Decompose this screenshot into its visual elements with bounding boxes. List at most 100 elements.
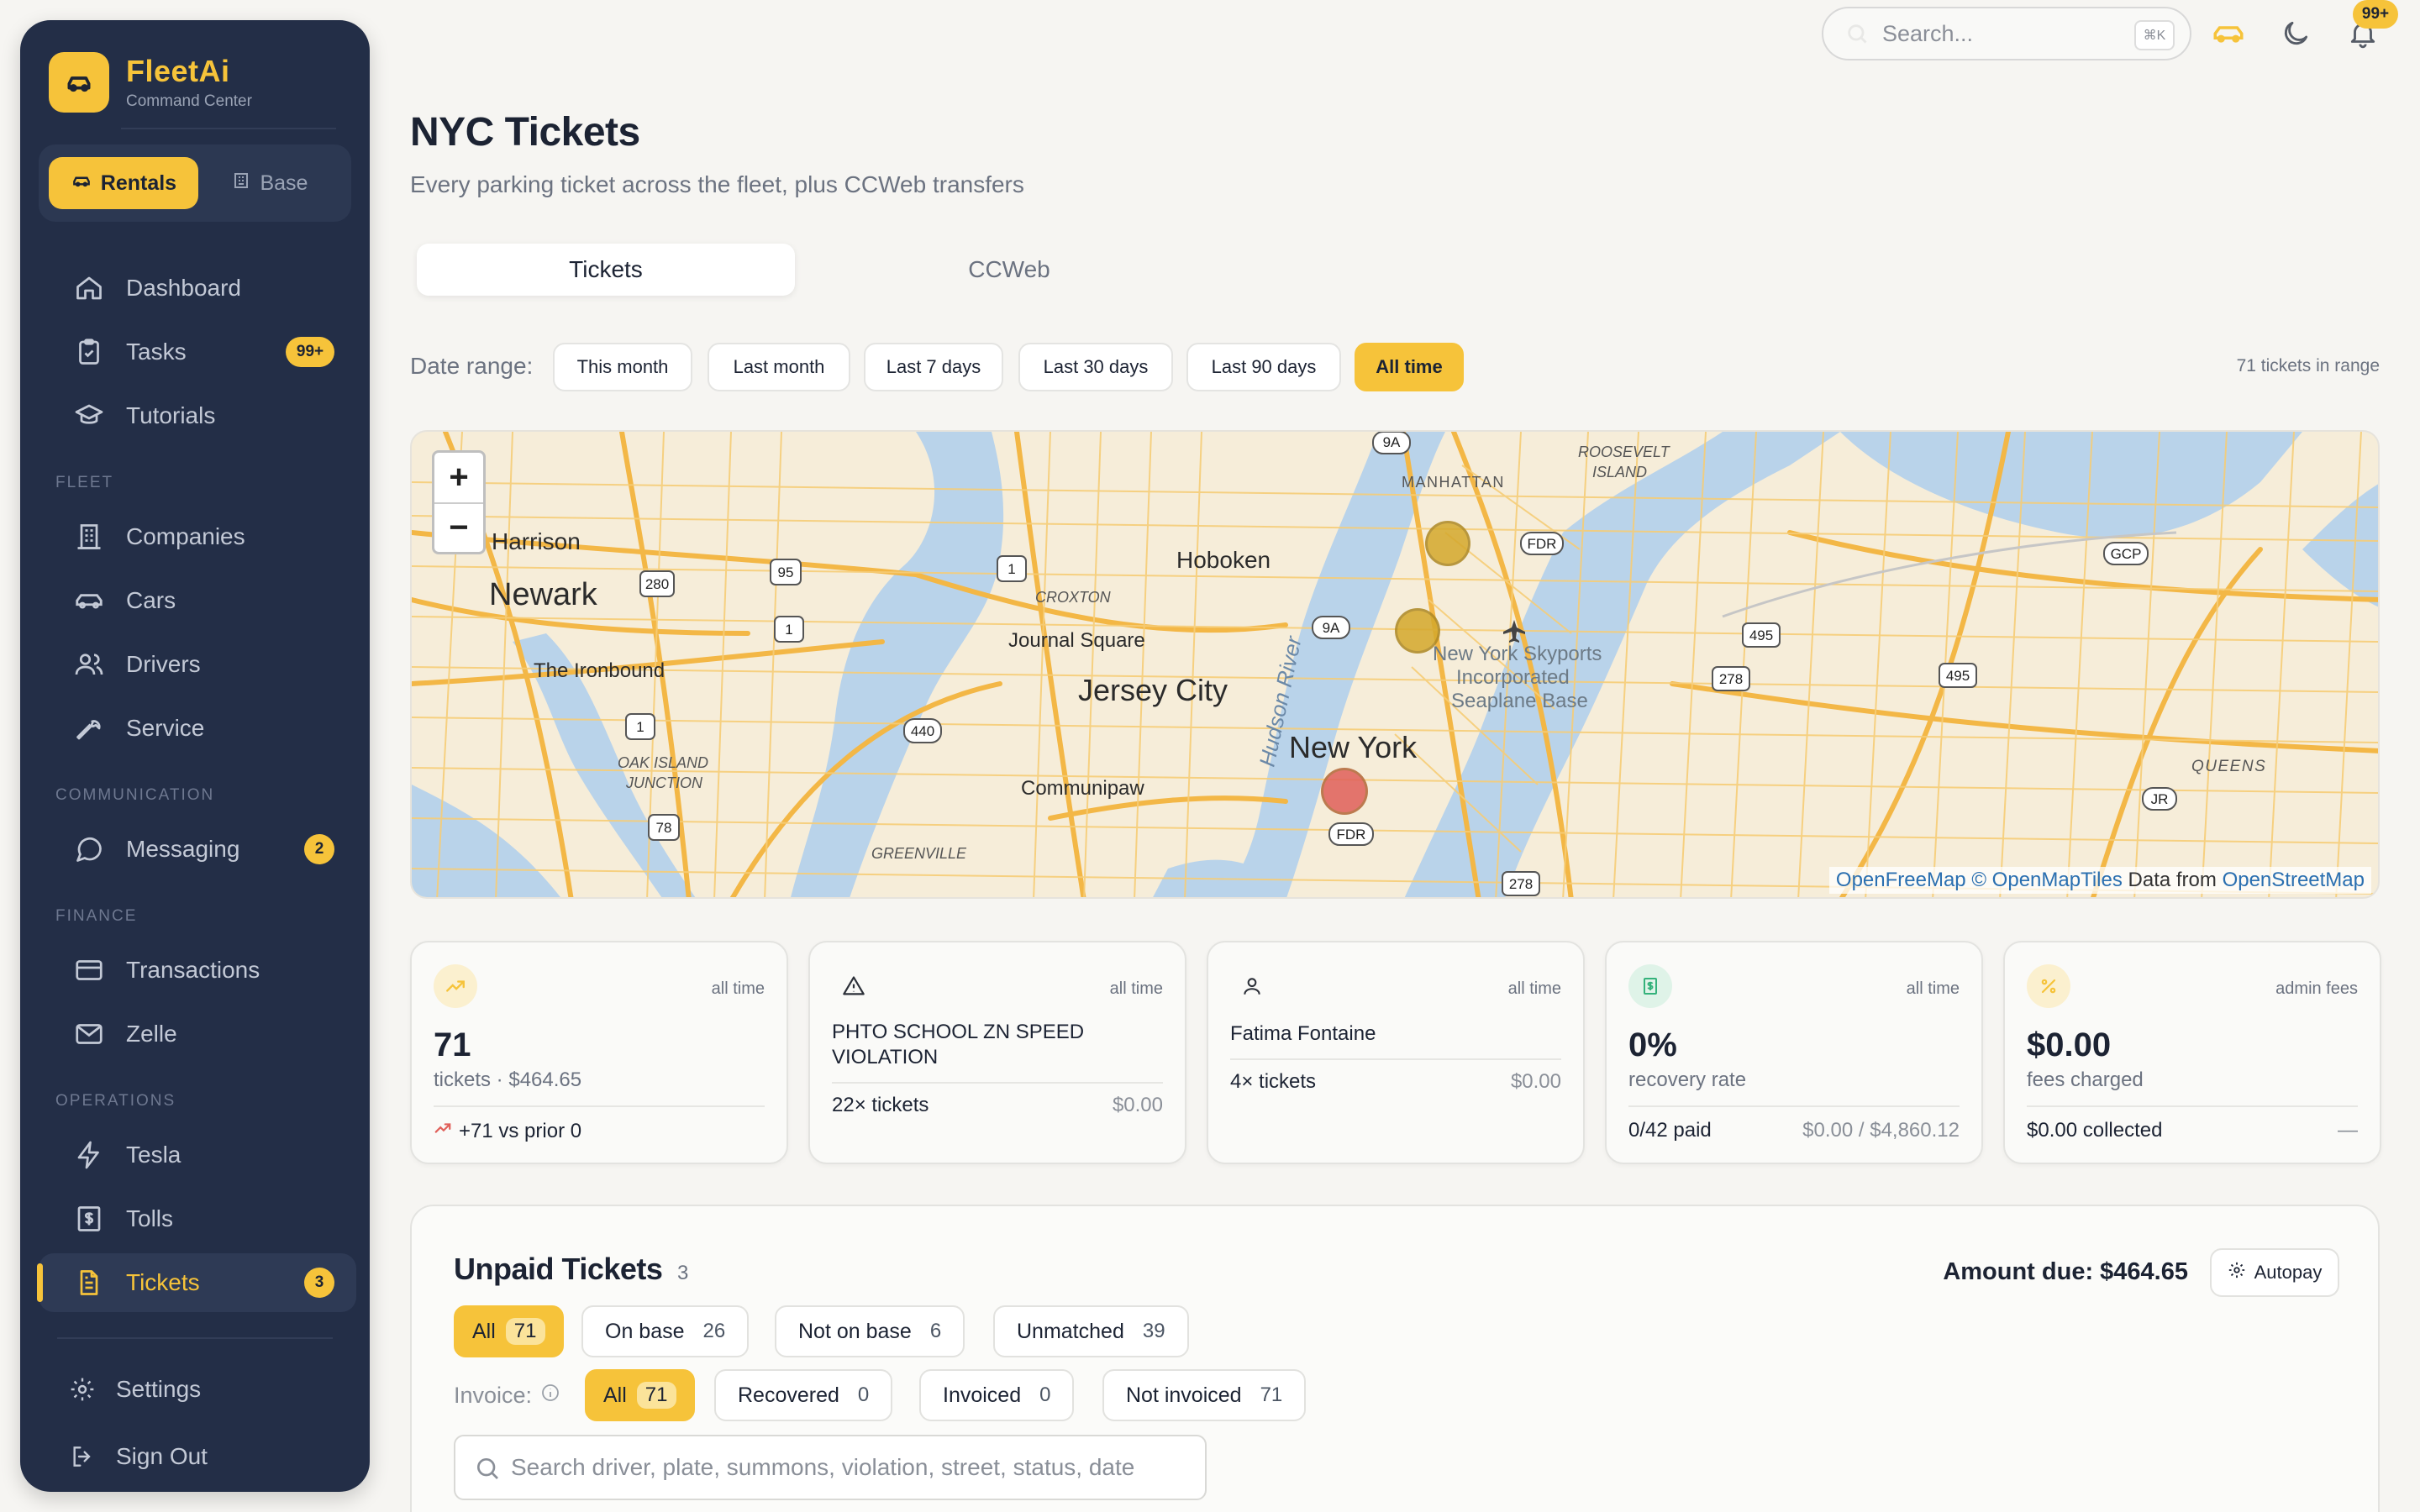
map-label: New York bbox=[1289, 730, 1418, 764]
sidebar-item-drivers[interactable]: Drivers bbox=[39, 635, 356, 694]
lightning-icon bbox=[72, 1138, 106, 1172]
sidebar-item-label: Tickets bbox=[126, 1269, 200, 1295]
sidebar-item-service[interactable]: Service bbox=[39, 699, 356, 758]
filter-all-chip[interactable]: All 71 bbox=[454, 1305, 564, 1357]
credit-card-icon bbox=[72, 953, 106, 987]
map-label: Journal Square bbox=[1008, 629, 1145, 652]
tickets-map[interactable]: Harrison Newark The Ironbound OAK ISLAND… bbox=[410, 430, 2380, 899]
trending-up-icon bbox=[434, 1119, 452, 1143]
sidebar-item-tesla[interactable]: Tesla bbox=[39, 1126, 356, 1184]
invoice-recovered-chip[interactable]: Recovered 0 bbox=[714, 1369, 893, 1421]
chip-label: All bbox=[472, 1319, 496, 1343]
brand[interactable]: FleetAi Command Center bbox=[49, 52, 252, 113]
brand-name: FleetAi bbox=[126, 54, 230, 88]
tickets-badge: 3 bbox=[304, 1268, 334, 1298]
mode-base-label: Base bbox=[260, 171, 308, 195]
divider bbox=[2027, 1105, 2358, 1107]
attribution-openmaptiles-link[interactable]: © OpenMapTiles bbox=[1971, 869, 2123, 891]
percent-icon bbox=[2027, 964, 2070, 1008]
map-label: JUNCTION bbox=[625, 774, 703, 791]
tasks-badge: 99+ bbox=[286, 337, 334, 367]
sign-out-link[interactable]: Sign Out bbox=[67, 1441, 208, 1472]
info-icon[interactable] bbox=[540, 1383, 560, 1409]
route-shield-label: 1 bbox=[1007, 561, 1015, 577]
route-shield: 9A bbox=[1372, 432, 1411, 454]
attribution-osm-link[interactable]: OpenStreetMap bbox=[2223, 869, 2365, 891]
sidebar-item-tutorials[interactable]: Tutorials bbox=[39, 386, 356, 445]
stat-card-total-tickets: all time 71 tickets · $464.65 +71 vs pri… bbox=[410, 941, 788, 1164]
chip-count: 0 bbox=[1039, 1383, 1051, 1406]
tab-ccweb[interactable]: CCWeb bbox=[820, 244, 1198, 296]
map-label: Hoboken bbox=[1176, 547, 1270, 573]
ticket-marker[interactable] bbox=[1395, 608, 1440, 654]
sidebar-item-cars[interactable]: Cars bbox=[39, 571, 356, 630]
stat-card-admin-fees: admin fees $0.00 fees charged $0.00 coll… bbox=[2003, 941, 2381, 1164]
zoom-out-button[interactable]: − bbox=[434, 502, 483, 552]
chip-label: On base bbox=[605, 1319, 685, 1343]
map-label: GREENVILLE bbox=[871, 845, 967, 862]
ticket-marker[interactable] bbox=[1321, 768, 1368, 815]
tab-tickets[interactable]: Tickets bbox=[417, 244, 795, 296]
attribution-text: Data from bbox=[2122, 869, 2223, 891]
messaging-badge: 2 bbox=[304, 834, 334, 864]
zoom-in-button[interactable]: + bbox=[434, 453, 483, 502]
car-icon[interactable] bbox=[2210, 15, 2247, 52]
invoice-invoiced-chip[interactable]: Invoiced 0 bbox=[919, 1369, 1075, 1421]
ticket-marker[interactable] bbox=[1425, 521, 1470, 566]
mode-rentals-button[interactable]: Rentals bbox=[49, 157, 198, 209]
route-shield-label: 9A bbox=[1323, 620, 1340, 636]
chip-count: 26 bbox=[702, 1320, 726, 1342]
range-last-7-days-button[interactable]: Last 7 days bbox=[864, 343, 1003, 391]
card-footer-right: $0.00 bbox=[1112, 1094, 1163, 1116]
invoice-all-chip[interactable]: All 71 bbox=[585, 1369, 695, 1421]
map-canvas: Harrison Newark The Ironbound OAK ISLAND… bbox=[412, 432, 2378, 897]
building-icon bbox=[72, 520, 106, 554]
mode-base-button[interactable]: Base bbox=[198, 157, 341, 209]
ticket-search-input[interactable]: Search driver, plate, summons, violation… bbox=[454, 1435, 1207, 1500]
map-label: Jersey City bbox=[1078, 673, 1228, 707]
range-last-30-days-button[interactable]: Last 30 days bbox=[1018, 343, 1173, 391]
card-subtitle: recovery rate bbox=[1628, 1068, 1747, 1091]
range-last-month-button[interactable]: Last month bbox=[708, 343, 850, 391]
moon-icon[interactable] bbox=[2277, 15, 2314, 52]
route-shield: JR bbox=[2142, 787, 2177, 811]
filter-unmatched-chip[interactable]: Unmatched 39 bbox=[993, 1305, 1189, 1357]
route-shield-label: 280 bbox=[645, 576, 669, 592]
route-shield: 1 bbox=[774, 616, 804, 643]
invoice-not-invoiced-chip[interactable]: Not invoiced 71 bbox=[1102, 1369, 1307, 1421]
chip-count: 39 bbox=[1142, 1320, 1165, 1342]
settings-link[interactable]: Settings bbox=[67, 1374, 201, 1404]
sidebar-item-tolls[interactable]: Tolls bbox=[39, 1189, 356, 1248]
card-tag: all time bbox=[1507, 979, 1561, 998]
sidebar-item-messaging[interactable]: Messaging 2 bbox=[39, 820, 356, 879]
route-shield: 440 bbox=[903, 718, 942, 743]
range-last-90-days-button[interactable]: Last 90 days bbox=[1186, 343, 1341, 391]
range-all-time-button[interactable]: All time bbox=[1355, 343, 1464, 391]
sidebar-item-tickets[interactable]: Tickets 3 bbox=[37, 1253, 356, 1312]
filter-on-base-chip[interactable]: On base 26 bbox=[581, 1305, 750, 1357]
card-footer-left: $0.00 collected bbox=[2027, 1119, 2163, 1142]
file-text-icon bbox=[72, 1266, 106, 1299]
sidebar-item-companies[interactable]: Companies bbox=[39, 507, 356, 566]
attribution-openfreemap-link[interactable]: OpenFreeMap bbox=[1836, 869, 1966, 891]
sidebar-item-dashboard[interactable]: Dashboard bbox=[39, 259, 356, 318]
stat-card-top-driver: all time Fatima Fontaine 4× tickets $0.0… bbox=[1207, 941, 1585, 1164]
route-shield-label: 9A bbox=[1383, 434, 1401, 450]
global-search-input[interactable]: Search... ⌘K bbox=[1822, 7, 2191, 60]
filter-not-on-base-chip[interactable]: Not on base 6 bbox=[775, 1305, 965, 1357]
sidebar-item-label: Tasks bbox=[126, 339, 187, 365]
sidebar-item-zelle[interactable]: Zelle bbox=[39, 1005, 356, 1063]
card-title: PHTO SCHOOL ZN SPEED VIOLATION bbox=[832, 1021, 1085, 1068]
page-subtitle: Every parking ticket across the fleet, p… bbox=[410, 171, 1024, 197]
sidebar-item-tasks[interactable]: Tasks 99+ bbox=[39, 323, 356, 381]
card-footer-left: +71 vs prior 0 bbox=[459, 1119, 582, 1142]
sidebar-item-transactions[interactable]: Transactions bbox=[39, 941, 356, 1000]
card-footer-right: $0.00 / $4,860.12 bbox=[1802, 1119, 1960, 1142]
divider bbox=[1628, 1105, 1960, 1107]
sidebar-item-label: Service bbox=[126, 715, 205, 741]
range-this-month-button[interactable]: This month bbox=[553, 343, 692, 391]
route-shield: 278 bbox=[1712, 666, 1750, 691]
notification-badge: 99+ bbox=[2353, 0, 2398, 29]
autopay-button[interactable]: Autopay bbox=[2210, 1248, 2339, 1297]
gear-icon bbox=[2228, 1261, 2246, 1284]
